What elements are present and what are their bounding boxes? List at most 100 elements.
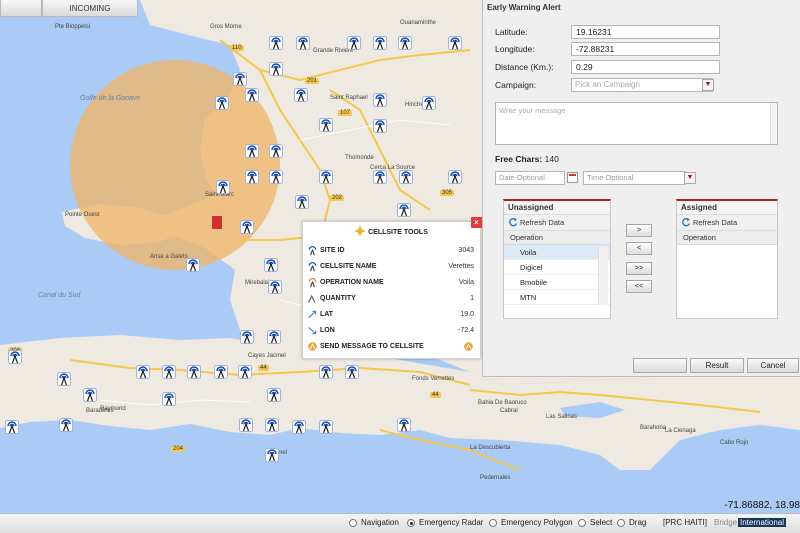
tab-incoming[interactable]: INCOMING xyxy=(42,0,138,17)
cell-tower-icon[interactable] xyxy=(397,203,411,217)
mode-radio-navigation[interactable]: Navigation xyxy=(349,518,399,527)
cell-tower-icon[interactable] xyxy=(448,36,462,50)
cell-tower-icon[interactable] xyxy=(5,420,19,434)
move-right-button[interactable]: > xyxy=(626,224,652,237)
cell-tower-icon[interactable] xyxy=(269,36,283,50)
cell-tower-icon[interactable] xyxy=(216,180,230,194)
time-field[interactable]: Time Optional xyxy=(583,171,686,185)
cell-tower-icon[interactable] xyxy=(162,365,176,379)
cell-tower-icon[interactable] xyxy=(448,170,462,184)
cell-tower-icon[interactable] xyxy=(373,93,387,107)
cell-tower-icon[interactable] xyxy=(136,365,150,379)
tab-first[interactable] xyxy=(0,0,42,17)
cell-tower-icon[interactable] xyxy=(83,388,97,402)
cell-tower-icon[interactable] xyxy=(265,448,279,462)
cell-tower-icon[interactable] xyxy=(267,388,281,402)
cell-tower-icon[interactable] xyxy=(347,36,361,50)
cell-tower-icon[interactable] xyxy=(267,330,281,344)
operation-list-item[interactable]: MTN xyxy=(504,290,610,305)
cell-tower-icon[interactable] xyxy=(240,220,254,234)
latitude-field[interactable]: 19.16231 xyxy=(571,25,720,39)
radio-icon[interactable] xyxy=(489,518,497,527)
cell-tower-icon[interactable] xyxy=(292,420,306,434)
cell-tower-icon[interactable] xyxy=(8,350,22,364)
cell-tower-icon[interactable] xyxy=(269,170,283,184)
unassigned-column-header[interactable]: Operation xyxy=(504,231,610,245)
cell-tower-icon[interactable] xyxy=(319,170,333,184)
cell-tower-icon[interactable] xyxy=(245,170,259,184)
cell-tower-icon[interactable] xyxy=(345,365,359,379)
cell-tower-icon[interactable] xyxy=(240,330,254,344)
cell-tower-icon[interactable] xyxy=(397,418,411,432)
assigned-column-header[interactable]: Operation xyxy=(677,231,777,245)
result-button[interactable]: Result xyxy=(690,358,744,373)
message-textarea[interactable]: Write your message xyxy=(495,102,778,145)
cell-tower-icon[interactable] xyxy=(162,392,176,406)
layer-international[interactable]: International xyxy=(738,518,787,527)
move-left-button[interactable]: < xyxy=(626,242,652,255)
cell-tower-icon[interactable] xyxy=(233,72,247,86)
cell-tower-icon[interactable] xyxy=(214,365,228,379)
cell-tower-icon[interactable] xyxy=(59,418,73,432)
assigned-refresh-button[interactable]: Refresh Data xyxy=(677,215,777,231)
chevron-down-icon[interactable]: ▼ xyxy=(702,79,714,91)
move-all-right-button[interactable]: >> xyxy=(626,262,652,275)
quantity-icon xyxy=(306,292,318,304)
cell-tower-icon[interactable] xyxy=(269,62,283,76)
cell-tower-icon[interactable] xyxy=(265,418,279,432)
operation-list-item[interactable]: Bmobile xyxy=(504,275,610,290)
move-all-left-button[interactable]: << xyxy=(626,280,652,293)
unassigned-refresh-button[interactable]: Refresh Data xyxy=(504,215,610,231)
cell-tower-icon[interactable] xyxy=(373,36,387,50)
cell-tower-icon[interactable] xyxy=(373,119,387,133)
mode-radio-emergency-radar[interactable]: Emergency Radar xyxy=(407,518,483,527)
message-scrollbar[interactable] xyxy=(770,103,777,144)
radio-icon[interactable] xyxy=(407,518,415,527)
cell-tower-icon[interactable] xyxy=(269,144,283,158)
unassigned-scrollbar[interactable] xyxy=(598,247,608,305)
blank-button[interactable] xyxy=(633,358,687,373)
rss-icon[interactable] xyxy=(463,341,474,352)
distance-field[interactable]: 0.29 xyxy=(571,60,720,74)
cell-tower-icon[interactable] xyxy=(319,118,333,132)
close-icon[interactable]: × xyxy=(471,217,482,228)
cell-tower-icon[interactable] xyxy=(245,144,259,158)
cell-tower-icon[interactable] xyxy=(187,365,201,379)
cell-tower-icon[interactable] xyxy=(294,88,308,102)
operation-list-item[interactable]: Digicel xyxy=(504,260,610,275)
cell-tower-icon[interactable] xyxy=(296,36,310,50)
cellsite-row[interactable]: SEND MESSAGE TO CELLSITE xyxy=(303,338,480,354)
cell-tower-icon[interactable] xyxy=(57,372,71,386)
cell-tower-icon[interactable] xyxy=(319,420,333,434)
mode-radio-drag[interactable]: Drag xyxy=(617,518,646,527)
unassigned-title: Unassigned xyxy=(504,201,610,215)
cell-tower-icon[interactable] xyxy=(398,36,412,50)
cell-tower-icon[interactable] xyxy=(239,418,253,432)
cell-tower-icon[interactable] xyxy=(422,96,436,110)
radio-icon[interactable] xyxy=(617,518,625,527)
cell-tower-icon[interactable] xyxy=(373,170,387,184)
cell-tower-icon[interactable] xyxy=(238,365,252,379)
cell-tower-icon[interactable] xyxy=(186,258,200,272)
mode-radio-emergency-polygon[interactable]: Emergency Polygon xyxy=(489,518,573,527)
cancel-button[interactable]: Cancel xyxy=(747,358,799,373)
cell-tower-icon[interactable] xyxy=(245,88,259,102)
cell-tower-icon[interactable] xyxy=(268,280,282,294)
cell-tower-icon[interactable] xyxy=(215,96,229,110)
radio-icon[interactable] xyxy=(578,518,586,527)
cell-tower-icon[interactable] xyxy=(295,195,309,209)
mode-radio-select[interactable]: Select xyxy=(578,518,612,527)
chevron-down-icon[interactable]: ▼ xyxy=(684,172,696,184)
cell-tower-icon[interactable] xyxy=(399,170,413,184)
cell-tower-icon[interactable] xyxy=(264,258,278,272)
operation-list-item[interactable]: Voila xyxy=(504,245,610,260)
longitude-field[interactable]: -72.88231 xyxy=(571,42,720,56)
layer-bridge[interactable]: Bridge xyxy=(714,518,737,527)
radio-icon[interactable] xyxy=(349,518,357,527)
tools-icon xyxy=(355,226,366,238)
cell-tower-icon[interactable] xyxy=(319,365,333,379)
calendar-icon[interactable] xyxy=(567,172,578,183)
campaign-select[interactable]: Pick an Campaign xyxy=(571,78,713,92)
refresh-icon xyxy=(508,217,518,229)
date-field[interactable]: Date Optional xyxy=(495,171,565,185)
